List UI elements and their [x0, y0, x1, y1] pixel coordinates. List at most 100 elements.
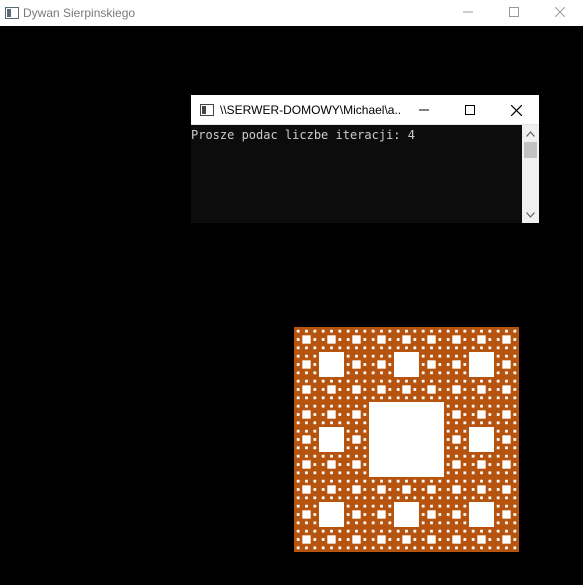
carpet-hole: [338, 479, 342, 483]
console-close-button[interactable]: [493, 95, 539, 125]
window-titlebar[interactable]: Dywan Sierpinskiego: [0, 0, 583, 26]
carpet-hole: [463, 521, 467, 525]
carpet-hole: [446, 354, 450, 358]
carpet-hole: [321, 413, 325, 416]
console-output: Prosze podac liczbe iteracji: 4: [191, 128, 415, 142]
carpet-hole: [496, 529, 500, 533]
carpet-hole: [388, 546, 392, 550]
carpet-hole: [396, 396, 400, 400]
carpet-hole: [305, 396, 308, 400]
carpet-hole: [421, 329, 425, 333]
carpet-hole: [327, 460, 336, 469]
carpet-hole: [305, 354, 308, 358]
carpet-hole: [346, 546, 350, 550]
carpet-hole: [455, 329, 458, 333]
carpet-hole: [371, 513, 375, 516]
carpet-hole: [346, 371, 350, 375]
carpet-hole: [505, 504, 508, 508]
console-minimize-button[interactable]: [401, 95, 447, 125]
carpet-hole: [338, 413, 342, 416]
carpet-hole: [305, 479, 308, 483]
carpet-hole: [480, 496, 483, 500]
carpet-hole: [321, 338, 325, 341]
minimize-icon: [463, 11, 473, 13]
carpet-hole: [321, 496, 325, 500]
carpet-hole: [338, 388, 342, 391]
carpet-hole: [488, 463, 492, 466]
carpet-hole: [346, 463, 350, 466]
carpet-hole: [388, 513, 392, 516]
carpet-hole: [488, 346, 492, 350]
console-titlebar[interactable]: \\SERWER-DOMOWY\Michael\a...: [191, 95, 539, 125]
carpet-hole: [430, 546, 433, 550]
console-window[interactable]: \\SERWER-DOMOWY\Michael\a... Prosze poda…: [191, 95, 539, 223]
carpet-hole: [496, 463, 500, 466]
carpet-hole: [496, 371, 500, 375]
carpet-hole: [296, 329, 300, 333]
console-scrollbar[interactable]: [522, 125, 539, 223]
carpet-hole: [513, 463, 517, 466]
scroll-thumb[interactable]: [524, 142, 537, 158]
scroll-up-button[interactable]: [522, 125, 539, 142]
carpet-hole: [488, 404, 492, 408]
carpet-hole: [438, 513, 442, 516]
scroll-down-button[interactable]: [522, 206, 539, 223]
carpet-hole: [496, 396, 500, 400]
carpet-hole: [405, 379, 408, 383]
minimize-button[interactable]: [445, 0, 491, 24]
carpet-hole: [321, 454, 325, 458]
carpet-hole: [480, 404, 483, 408]
carpet-hole: [438, 521, 442, 525]
carpet-hole: [455, 371, 458, 375]
carpet-hole: [305, 421, 308, 425]
carpet-hole: [302, 385, 311, 394]
console-maximize-button[interactable]: [447, 95, 493, 125]
carpet-hole: [296, 488, 300, 491]
carpet-hole: [355, 371, 358, 375]
carpet-hole: [363, 346, 367, 350]
carpet-hole: [396, 388, 400, 391]
carpet-hole: [363, 371, 367, 375]
carpet-hole: [469, 502, 494, 527]
carpet-hole: [296, 504, 300, 508]
carpet-hole: [446, 471, 450, 475]
carpet-hole: [319, 427, 344, 452]
carpet-hole: [321, 463, 325, 466]
carpet-hole: [471, 471, 475, 475]
carpet-hole: [313, 363, 317, 366]
carpet-hole: [405, 479, 408, 483]
carpet-hole: [438, 538, 442, 541]
carpet-hole: [446, 446, 450, 450]
carpet-hole: [413, 379, 417, 383]
carpet-hole: [513, 413, 517, 416]
console-icon: [200, 103, 214, 116]
carpet-hole: [471, 404, 475, 408]
carpet-hole: [455, 471, 458, 475]
carpet-hole: [380, 371, 383, 375]
maximize-button[interactable]: [491, 0, 537, 24]
carpet-hole: [394, 352, 419, 377]
carpet-hole: [496, 379, 500, 383]
carpet-hole: [513, 479, 517, 483]
carpet-hole: [455, 354, 458, 358]
carpet-hole: [346, 379, 350, 383]
carpet-hole: [346, 513, 350, 516]
carpet-hole: [452, 485, 461, 494]
close-button[interactable]: [537, 0, 583, 24]
carpet-hole: [296, 429, 300, 433]
carpet-hole: [380, 479, 383, 483]
minimize-icon: [419, 109, 429, 111]
sierpinski-carpet: [294, 327, 519, 552]
carpet-hole: [413, 329, 417, 333]
carpet-hole: [513, 471, 517, 475]
carpet-hole: [321, 538, 325, 541]
carpet-hole: [352, 485, 361, 494]
carpet-hole: [330, 404, 333, 408]
carpet-hole: [471, 496, 475, 500]
carpet-hole: [313, 513, 317, 516]
carpet-hole: [496, 421, 500, 425]
carpet-hole: [430, 479, 433, 483]
carpet-hole: [421, 388, 425, 391]
carpet-hole: [363, 513, 367, 516]
carpet-hole: [377, 335, 386, 344]
